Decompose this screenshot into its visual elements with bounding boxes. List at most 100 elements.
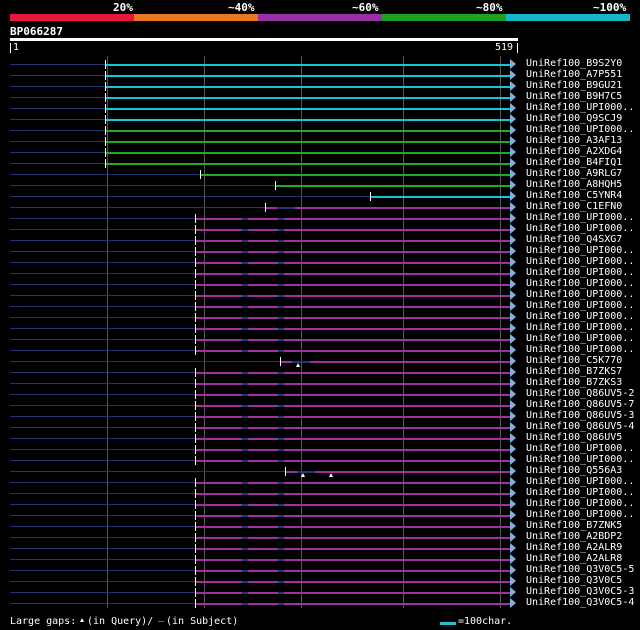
subject-gap — [278, 405, 284, 407]
subject-gap — [242, 339, 248, 341]
hit-label[interactable]: UniRef100_A3AF13 — [526, 135, 622, 146]
hit-label[interactable]: UniRef100_Q4SXG7 — [526, 234, 622, 245]
arrow-right-icon — [510, 59, 516, 69]
hit-label[interactable]: UniRef100_A2XDG4 — [526, 146, 622, 157]
hit-label[interactable]: UniRef100_UPI000.. — [526, 267, 634, 278]
hit-label[interactable]: UniRef100_C1EFN0 — [526, 201, 622, 212]
hit-label[interactable]: UniRef100_A2ALR9 — [526, 542, 622, 553]
subject-gap — [278, 339, 284, 341]
subject-gap — [242, 559, 248, 561]
subject-gap — [242, 262, 248, 264]
subject-gap — [242, 218, 248, 220]
subject-gap — [242, 328, 248, 330]
hit-label[interactable]: UniRef100_UPI000.. — [526, 487, 634, 498]
hit-label[interactable]: UniRef100_A9RLG7 — [526, 168, 622, 179]
hit-label[interactable]: UniRef100_UPI000.. — [526, 344, 634, 355]
subject-gap-text: (in Subject) — [166, 616, 239, 627]
subject-gap — [242, 449, 248, 451]
arrow-right-icon — [510, 180, 516, 190]
hit-label[interactable]: UniRef100_C5K770 — [526, 355, 622, 366]
hit-label[interactable]: UniRef100_B7ZNK5 — [526, 520, 622, 531]
subject-gap — [278, 383, 284, 385]
hit-label[interactable]: UniRef100_B9H7C5 — [526, 91, 622, 102]
hit-label[interactable]: UniRef100_B4FIQ1 — [526, 157, 622, 168]
hit-label[interactable]: UniRef100_UPI000.. — [526, 322, 634, 333]
hit-label[interactable]: UniRef100_UPI000.. — [526, 245, 634, 256]
subject-gap — [278, 372, 284, 374]
hit-label[interactable]: UniRef100_UPI000.. — [526, 509, 634, 520]
hit-label[interactable]: UniRef100_UPI000.. — [526, 300, 634, 311]
arrow-right-icon — [510, 125, 516, 135]
unaligned-track — [10, 339, 195, 340]
hit-label[interactable]: UniRef100_UPI000.. — [526, 498, 634, 509]
hit-label[interactable]: UniRef100_Q86UV5 — [526, 432, 622, 443]
hit-label[interactable]: UniRef100_Q86UV5-2 — [526, 388, 634, 399]
hit-label[interactable]: UniRef100_Q3V0C5-5 — [526, 564, 634, 575]
arrow-right-icon — [510, 598, 516, 608]
hit-label[interactable]: UniRef100_UPI000.. — [526, 311, 634, 322]
subject-gap — [278, 328, 284, 330]
subject-gap — [242, 251, 248, 253]
hit-label[interactable]: UniRef100_Q556A3 — [526, 465, 622, 476]
unaligned-track — [10, 64, 105, 65]
hit-label[interactable]: UniRef100_B9S2Y0 — [526, 58, 622, 69]
subject-gap — [242, 460, 248, 462]
arrow-right-icon — [510, 301, 516, 311]
hit-label[interactable]: UniRef100_A2BDP2 — [526, 531, 622, 542]
hit-label[interactable]: UniRef100_UPI000.. — [526, 124, 634, 135]
hit-label[interactable]: UniRef100_Q3V0C5-4 — [526, 597, 634, 608]
subject-gap — [242, 603, 248, 605]
unaligned-track — [10, 603, 195, 604]
subject-gap — [278, 240, 284, 242]
hit-label[interactable]: UniRef100_Q3V0C5 — [526, 575, 622, 586]
hit-label[interactable]: UniRef100_Q3V0C5-3 — [526, 586, 634, 597]
hit-label[interactable]: UniRef100_C5YNR4 — [526, 190, 622, 201]
subject-gap — [278, 537, 284, 539]
hit-label[interactable]: UniRef100_UPI000.. — [526, 256, 634, 267]
subject-gap — [278, 449, 284, 451]
hit-label[interactable]: UniRef100_A8HQH5 — [526, 179, 622, 190]
hit-label[interactable]: UniRef100_Q86UV5-3 — [526, 410, 634, 421]
axis-start-label: 1 — [13, 42, 20, 53]
subject-gap — [242, 438, 248, 440]
unaligned-track — [10, 405, 195, 406]
scale-label-80: ~80% — [476, 1, 503, 14]
unaligned-track — [10, 130, 105, 131]
hit-label[interactable]: UniRef100_B7ZKS7 — [526, 366, 622, 377]
unaligned-track — [10, 548, 195, 549]
unaligned-track — [10, 251, 195, 252]
arrow-right-icon — [510, 268, 516, 278]
arrow-right-icon — [510, 477, 516, 487]
subject-gap — [278, 317, 284, 319]
hit-label[interactable]: UniRef100_UPI000.. — [526, 102, 634, 113]
alignment-bar — [106, 119, 510, 121]
hit-label[interactable]: UniRef100_UPI000.. — [526, 443, 634, 454]
hit-label[interactable]: UniRef100_UPI000.. — [526, 278, 634, 289]
hit-label[interactable]: UniRef100_Q86UV5-7 — [526, 399, 634, 410]
hit-label[interactable]: UniRef100_B9GU21 — [526, 80, 622, 91]
subject-gap — [278, 251, 284, 253]
hit-label[interactable]: UniRef100_A2ALR8 — [526, 553, 622, 564]
alignment-bar — [106, 130, 510, 132]
hit-label[interactable]: UniRef100_UPI000.. — [526, 333, 634, 344]
unaligned-track — [10, 526, 195, 527]
arrow-right-icon — [510, 136, 516, 146]
hit-label[interactable]: UniRef100_B7ZKS3 — [526, 377, 622, 388]
subject-gap — [278, 438, 284, 440]
hit-label[interactable]: UniRef100_UPI000.. — [526, 476, 634, 487]
hit-label[interactable]: UniRef100_UPI000.. — [526, 289, 634, 300]
scale-label-60: ~60% — [352, 1, 379, 14]
hit-label[interactable]: UniRef100_UPI000.. — [526, 212, 634, 223]
hit-label[interactable]: UniRef100_UPI000.. — [526, 223, 634, 234]
hit-label[interactable]: UniRef100_A7P551 — [526, 69, 622, 80]
hit-label[interactable]: UniRef100_Q86UV5-4 — [526, 421, 634, 432]
subject-gap — [278, 262, 284, 264]
unaligned-track — [10, 163, 105, 164]
subject-gap — [278, 603, 284, 605]
hit-label[interactable]: UniRef100_UPI000.. — [526, 454, 634, 465]
arrow-right-icon — [510, 532, 516, 542]
unaligned-track — [10, 306, 195, 307]
alignment-bar — [106, 75, 510, 77]
hit-row[interactable]: UniRef100_Q3V0C5-4 — [10, 597, 634, 609]
hit-label[interactable]: UniRef100_Q9SCJ9 — [526, 113, 622, 124]
